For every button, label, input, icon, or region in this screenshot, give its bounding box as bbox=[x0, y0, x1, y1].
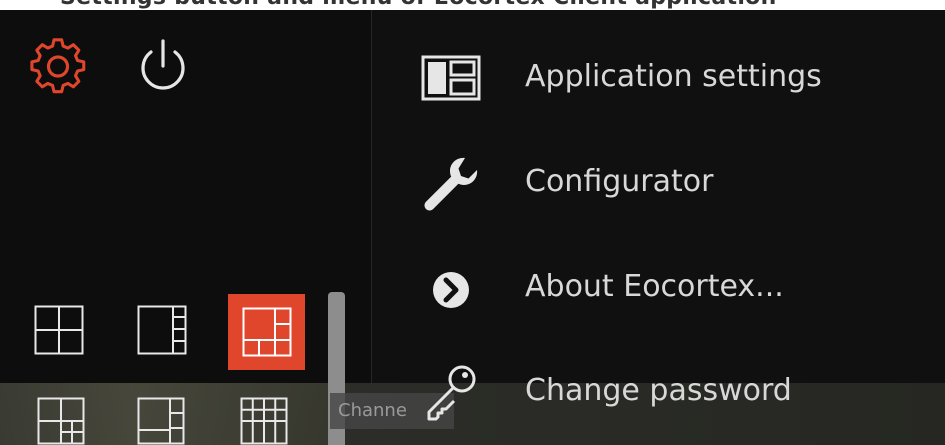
layout-2x2-button[interactable] bbox=[34, 305, 84, 355]
menu-item-change-password[interactable]: Change password bbox=[372, 356, 945, 426]
layout-1plus5-button[interactable] bbox=[137, 397, 185, 445]
panel-layout-icon bbox=[421, 55, 481, 101]
gear-icon[interactable] bbox=[30, 38, 88, 96]
menu-item-label: Configurator bbox=[525, 164, 714, 199]
key-icon bbox=[427, 365, 476, 421]
cut-caption: Settings button and menu of Eocortex Cli… bbox=[60, 0, 777, 10]
menu-item-label: About Eocortex... bbox=[525, 269, 784, 304]
layout-grid-icon bbox=[242, 307, 292, 357]
wrench-icon bbox=[424, 157, 478, 211]
layout-1plus8-button[interactable] bbox=[37, 397, 85, 445]
power-icon[interactable] bbox=[137, 38, 189, 96]
chevron-circle-icon bbox=[433, 272, 469, 308]
menu-item-configurator[interactable]: Configurator bbox=[372, 147, 945, 217]
layout-4x4-button[interactable] bbox=[240, 397, 288, 445]
layout-1plus3-button[interactable] bbox=[137, 305, 187, 355]
layout-1plus7-button[interactable] bbox=[228, 294, 305, 370]
top-cut-band: Settings button and menu of Eocortex Cli… bbox=[0, 0, 945, 10]
menu-item-label: Application settings bbox=[525, 59, 822, 94]
menu-item-label: Change password bbox=[525, 373, 792, 408]
menu-item-application-settings[interactable]: Application settings bbox=[372, 42, 945, 112]
menu-item-about[interactable]: About Eocortex... bbox=[372, 252, 945, 322]
